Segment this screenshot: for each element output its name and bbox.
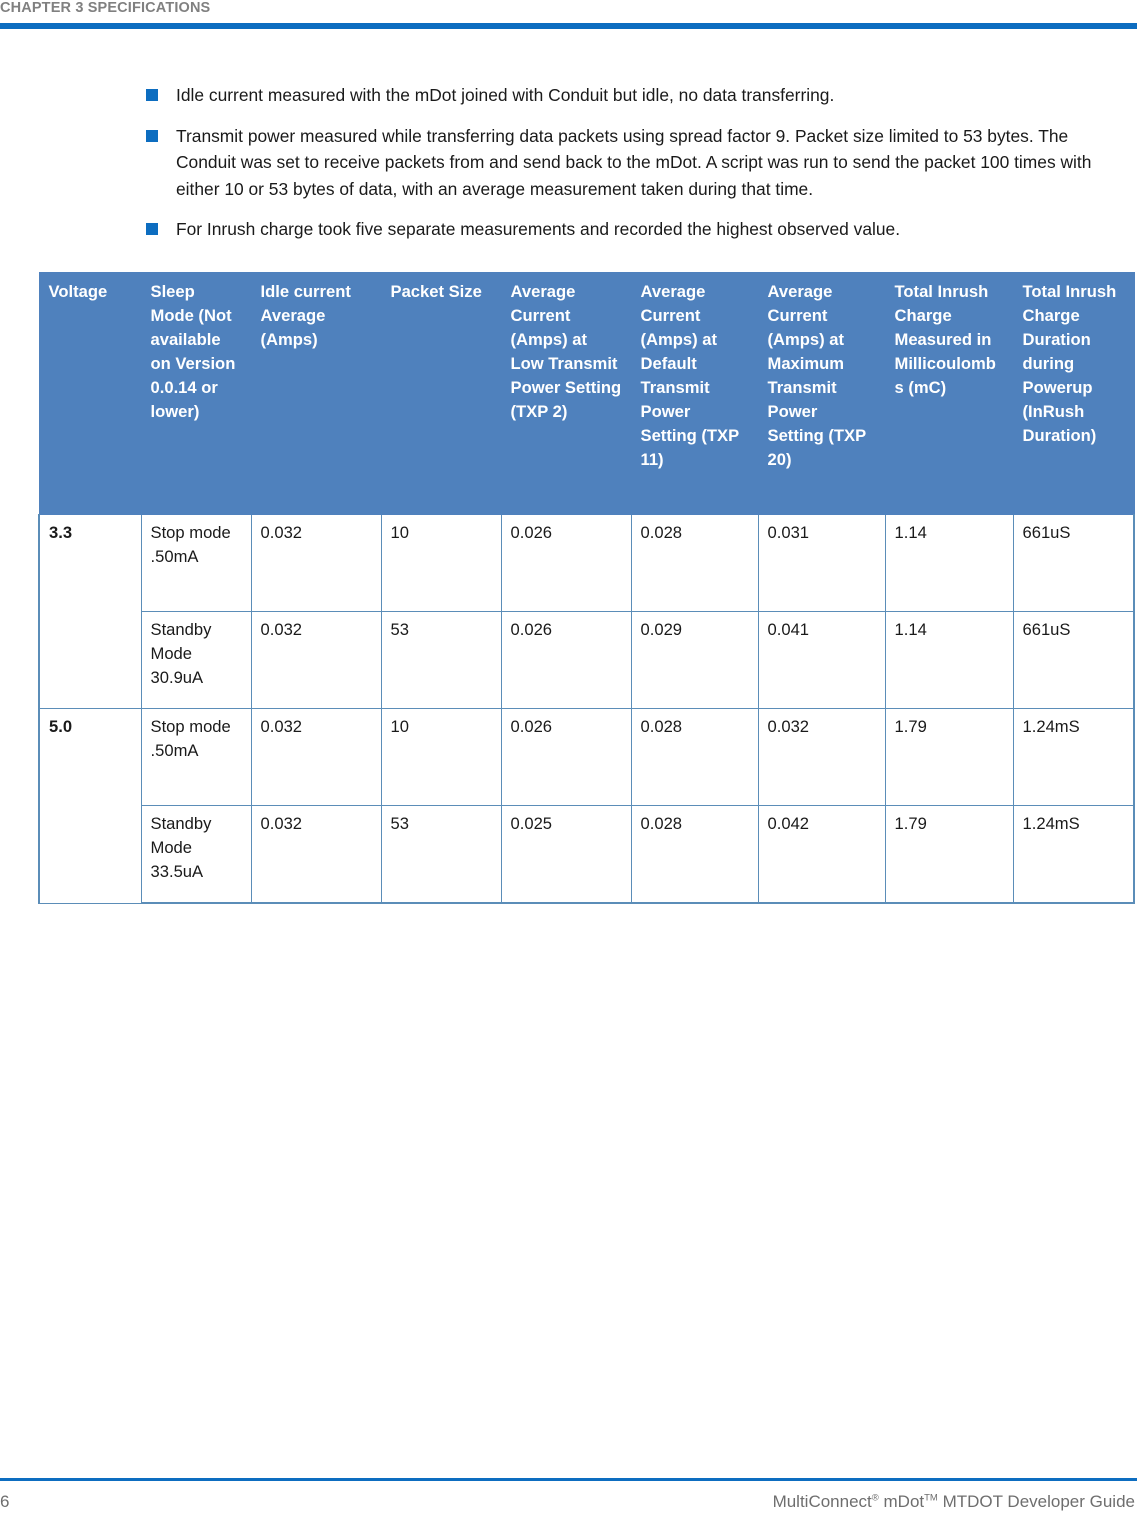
cell-avg-current-txp20: 0.031 <box>757 514 886 612</box>
guide-title-suffix: MTDOT Developer Guide <box>937 1492 1135 1511</box>
page-header: CHAPTER 3 SPECIFICATIONS <box>0 0 1137 34</box>
guide-title-product: mDot <box>878 1492 925 1511</box>
cell-avg-current-txp20: 0.042 <box>757 805 886 904</box>
cell-idle-current: 0.032 <box>250 611 382 709</box>
cell-inrush-charge: 1.14 <box>884 514 1014 612</box>
square-bullet-icon <box>146 89 158 101</box>
table-row: 5.0 Stop mode .50mA 0.032 10 0.026 0.028… <box>38 708 1135 904</box>
specifications-table-container: Voltage Sleep Mode (Not available on Ver… <box>38 272 1135 904</box>
footer-divider-rule <box>0 1478 1137 1481</box>
table-row: 3.3 Stop mode .50mA 0.032 10 0.026 0.028… <box>38 514 1135 709</box>
column-header-avg-current-txp20: Average Current (Amps) at Maximum Transm… <box>757 272 886 515</box>
cell-avg-current-txp11: 0.028 <box>630 708 759 806</box>
list-item-text: Transmit power measured while transferri… <box>176 125 1092 199</box>
list-item-text: Idle current measured with the mDot join… <box>176 85 835 105</box>
cell-inrush-duration: 661uS <box>1012 611 1135 709</box>
list-item: Transmit power measured while transferri… <box>140 123 1105 203</box>
cell-avg-current-txp20: 0.032 <box>757 708 886 806</box>
cell-avg-current-txp2: 0.026 <box>500 708 632 806</box>
guide-title: MultiConnect® mDotTM MTDOT Developer Gui… <box>773 1492 1135 1512</box>
specifications-table: Voltage Sleep Mode (Not available on Ver… <box>38 272 1135 904</box>
page-content: Idle current measured with the mDot join… <box>0 82 1137 251</box>
column-header-inrush-duration: Total Inrush Charge Duration during Powe… <box>1012 272 1135 515</box>
cell-inrush-charge: 1.14 <box>884 611 1014 709</box>
cell-sleep-mode: Stop mode .50mA <box>140 708 252 806</box>
cell-idle-current: 0.032 <box>250 514 382 612</box>
cell-packet-size: 53 <box>380 805 502 904</box>
column-header-voltage: Voltage <box>38 272 142 515</box>
cell-sleep-mode: Standby Mode 30.9uA <box>140 611 252 709</box>
trademark-mark-icon: TM <box>924 1492 938 1504</box>
column-header-idle-current: Idle current Average (Amps) <box>250 272 382 515</box>
column-header-inrush-charge: Total Inrush Charge Measured in Millicou… <box>884 272 1014 515</box>
cell-avg-current-txp11: 0.028 <box>630 805 759 904</box>
cell-inrush-duration: 1.24mS <box>1012 708 1135 806</box>
column-header-avg-current-txp11: Average Current (Amps) at Default Transm… <box>630 272 759 515</box>
cell-inrush-charge: 1.79 <box>884 805 1014 904</box>
chapter-title: CHAPTER 3 SPECIFICATIONS <box>0 0 211 16</box>
guide-title-brand: MultiConnect <box>772 1492 872 1511</box>
square-bullet-icon <box>146 223 158 235</box>
cell-idle-current: 0.032 <box>250 805 382 904</box>
list-item-text: For Inrush charge took five separate mea… <box>176 219 901 239</box>
square-bullet-icon <box>146 129 158 142</box>
cell-idle-current: 0.032 <box>250 708 382 806</box>
cell-inrush-duration: 661uS <box>1012 514 1135 612</box>
column-header-sleep-mode: Sleep Mode (Not available on Version 0.0… <box>140 272 252 515</box>
cell-sleep-mode: Standby Mode 33.5uA <box>140 805 252 904</box>
cell-packet-size: 10 <box>380 514 502 612</box>
table-header-row: Voltage Sleep Mode (Not available on Ver… <box>38 272 1135 515</box>
column-header-packet-size: Packet Size <box>380 272 502 515</box>
cell-avg-current-txp20: 0.041 <box>757 611 886 709</box>
cell-voltage: 5.0 <box>38 708 142 904</box>
cell-avg-current-txp11: 0.029 <box>630 611 759 709</box>
notes-bullet-list: Idle current measured with the mDot join… <box>0 82 1137 243</box>
cell-sleep-mode: Stop mode .50mA <box>140 514 252 612</box>
table-row: Standby Mode 30.9uA 0.032 53 0.026 0.029… <box>39 611 1135 709</box>
list-item: Idle current measured with the mDot join… <box>140 82 1105 109</box>
cell-avg-current-txp2: 0.026 <box>500 611 632 709</box>
cell-voltage: 3.3 <box>38 514 142 709</box>
cell-avg-current-txp11: 0.028 <box>630 514 759 612</box>
cell-inrush-charge: 1.79 <box>884 708 1014 806</box>
table-row: Standby Mode 33.5uA 0.032 53 0.025 0.028… <box>39 805 1135 904</box>
page-number: 6 <box>0 1492 10 1511</box>
column-header-avg-current-txp2: Average Current (Amps) at Low Transmit P… <box>500 272 632 515</box>
cell-packet-size: 10 <box>380 708 502 806</box>
list-item: For Inrush charge took five separate mea… <box>140 216 1105 243</box>
cell-inrush-duration: 1.24mS <box>1012 805 1135 904</box>
registered-mark-icon: ® <box>871 1492 879 1504</box>
cell-packet-size: 53 <box>380 611 502 709</box>
cell-avg-current-txp2: 0.026 <box>500 514 632 612</box>
cell-avg-current-txp2: 0.025 <box>500 805 632 904</box>
header-divider-rule <box>0 23 1137 29</box>
page-footer: 6 MultiConnect® mDotTM MTDOT Developer G… <box>0 1478 1137 1526</box>
